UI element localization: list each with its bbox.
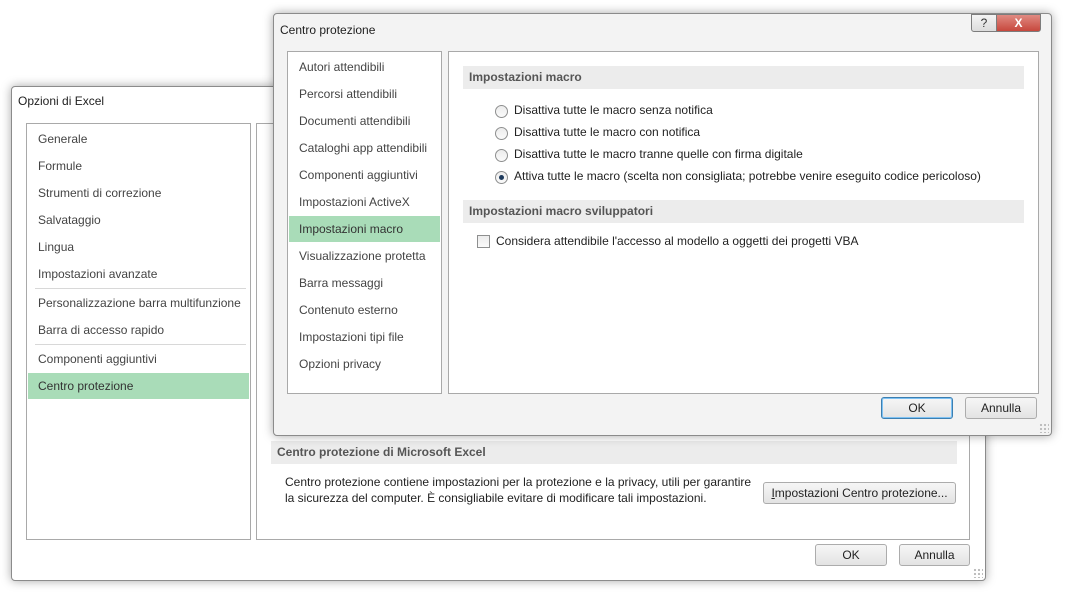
trust-center-ok-button[interactable]: OK (881, 397, 953, 419)
macro-settings-panel: Impostazioni macro Disattiva tutte le ma… (448, 51, 1039, 394)
trust-center-description-line2: la sicurezza del computer. È consigliabi… (285, 491, 707, 505)
close-icon[interactable]: X (996, 14, 1041, 32)
tc-nav-contenuto-esterno[interactable]: Contenuto esterno (289, 297, 440, 323)
tc-nav-percorsi-attendibili[interactable]: Percorsi attendibili (289, 81, 440, 107)
developer-macro-settings-header: Impostazioni macro sviluppatori (463, 200, 1024, 223)
excel-options-ok-button[interactable]: OK (815, 544, 887, 566)
tc-nav-opzioni-privacy[interactable]: Opzioni privacy (289, 351, 440, 377)
nav-item-barra-accesso-rapido[interactable]: Barra di accesso rapido (28, 317, 249, 343)
trust-center-titlebar[interactable]: Centro protezione ? X (274, 14, 1051, 42)
tc-nav-autori-attendibili[interactable]: Autori attendibili (289, 54, 440, 80)
macro-option-label-1[interactable]: Disattiva tutte le macro senza notifica (514, 103, 713, 117)
tc-nav-impostazioni-macro[interactable]: Impostazioni macro (289, 216, 440, 242)
tc-nav-barra-messaggi[interactable]: Barra messaggi (289, 270, 440, 296)
macro-option-label-2[interactable]: Disattiva tutte le macro con notifica (514, 125, 700, 139)
nav-item-impostazioni-avanzate[interactable]: Impostazioni avanzate (28, 261, 249, 287)
excel-options-nav: Generale Formule Strumenti di correzione… (26, 123, 251, 540)
macro-option-label-4[interactable]: Attiva tutte le macro (scelta non consig… (514, 169, 981, 183)
tc-nav-documenti-attendibili[interactable]: Documenti attendibili (289, 108, 440, 134)
nav-item-generale[interactable]: Generale (28, 126, 249, 152)
tc-nav-impostazioni-tipi-file[interactable]: Impostazioni tipi file (289, 324, 440, 350)
macro-option-radio-4[interactable] (495, 171, 508, 184)
nav-item-personalizzazione-barra[interactable]: Personalizzazione barra multifunzione (28, 290, 249, 316)
tc-nav-visualizzazione-protetta[interactable]: Visualizzazione protetta (289, 243, 440, 269)
trust-center-cancel-button[interactable]: Annulla (965, 397, 1037, 419)
macro-option-radio-1[interactable] (495, 105, 508, 118)
trust-center-settings-label: mpostazioni Centro protezione... (774, 486, 948, 500)
macro-settings-header: Impostazioni macro (463, 66, 1024, 89)
macro-option-radio-2[interactable] (495, 127, 508, 140)
resize-grip[interactable] (1039, 423, 1049, 433)
trust-center-nav: Autori attendibili Percorsi attendibili … (287, 51, 442, 394)
trust-center-title: Centro protezione (280, 23, 376, 37)
trust-center-dialog: Centro protezione ? X Autori attendibili… (273, 13, 1052, 436)
tc-nav-impostazioni-activex[interactable]: Impostazioni ActiveX (289, 189, 440, 215)
resize-grip[interactable] (973, 568, 983, 578)
tc-nav-componenti-aggiuntivi[interactable]: Componenti aggiuntivi (289, 162, 440, 188)
trust-center-settings-button[interactable]: Impostazioni Centro protezione... (763, 482, 956, 504)
nav-divider (35, 344, 246, 345)
macro-option-label-3[interactable]: Disattiva tutte le macro tranne quelle c… (514, 147, 803, 161)
nav-item-formule[interactable]: Formule (28, 153, 249, 179)
trust-center-section-header: Centro protezione di Microsoft Excel (271, 441, 957, 464)
trust-center-description-line1: Centro protezione contiene impostazioni … (285, 475, 752, 489)
excel-options-title: Opzioni di Excel (18, 94, 105, 108)
macro-option-radio-3[interactable] (495, 149, 508, 162)
nav-divider (35, 288, 246, 289)
nav-item-componenti-aggiuntivi[interactable]: Componenti aggiuntivi (28, 346, 249, 372)
nav-item-strumenti-correzione[interactable]: Strumenti di correzione (28, 180, 249, 206)
excel-options-cancel-button[interactable]: Annulla (899, 544, 970, 566)
nav-item-centro-protezione[interactable]: Centro protezione (28, 373, 249, 399)
nav-item-lingua[interactable]: Lingua (28, 234, 249, 260)
nav-item-salvataggio[interactable]: Salvataggio (28, 207, 249, 233)
vba-access-label[interactable]: Considera attendibile l'accesso al model… (496, 234, 859, 248)
tc-nav-cataloghi-app[interactable]: Cataloghi app attendibili (289, 135, 440, 161)
vba-access-checkbox[interactable] (477, 235, 490, 248)
help-icon[interactable]: ? (971, 14, 997, 32)
